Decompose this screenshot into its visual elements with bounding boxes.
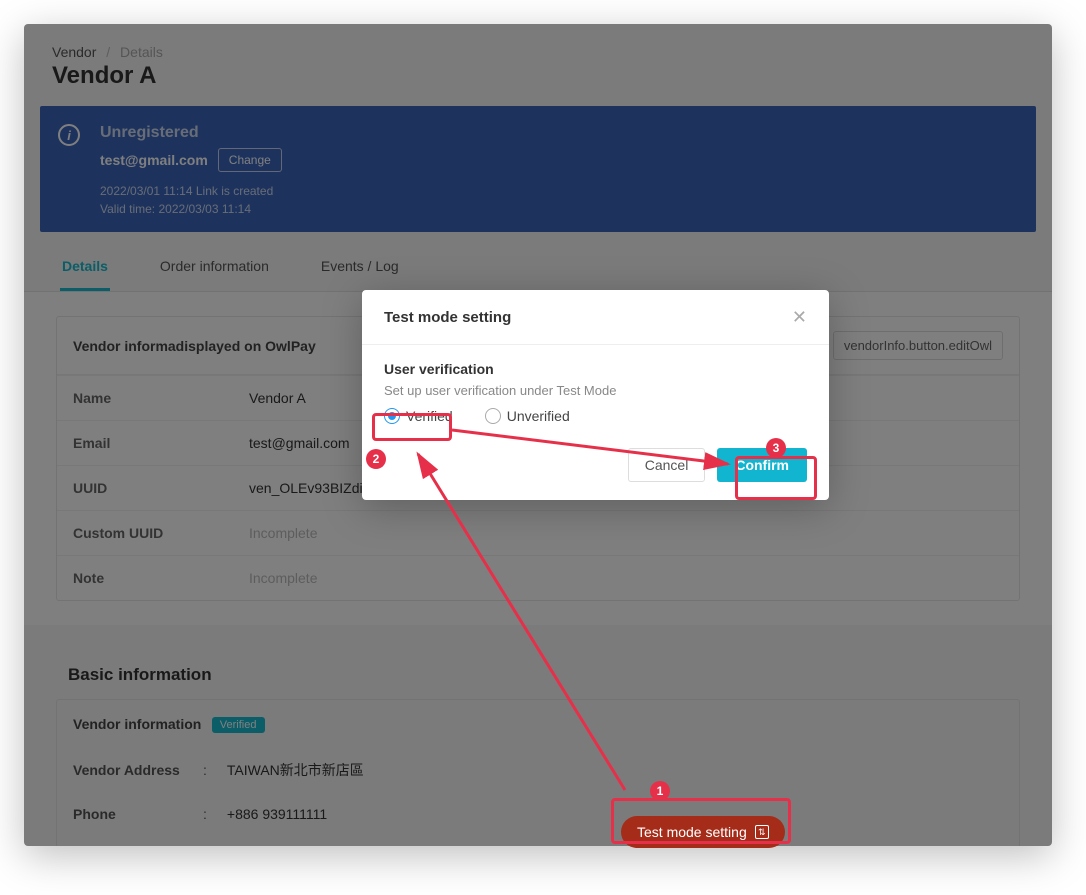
kv-val-address: TAIWAN新北市新店區: [227, 760, 364, 780]
tab-details[interactable]: Details: [60, 244, 110, 291]
radio-unverified-label: Unverified: [507, 408, 570, 424]
breadcrumb: Vendor / Details: [24, 24, 1052, 60]
kv-key-uuid: UUID: [73, 480, 249, 496]
radio-verified[interactable]: Verified: [384, 408, 453, 424]
radio-icon: [485, 408, 501, 424]
kv-key-note: Note: [73, 570, 249, 586]
close-icon[interactable]: ✕: [792, 308, 807, 326]
breadcrumb-root[interactable]: Vendor: [52, 44, 96, 60]
kv-val-note: Incomplete: [249, 570, 317, 586]
vendor-info-header: Vendor informadisplayed on OwlPay: [73, 338, 316, 354]
modal-title: Test mode setting: [384, 309, 511, 326]
modal-section-sub: Set up user verification under Test Mode: [384, 383, 807, 398]
annotation-badge-3: 3: [766, 438, 786, 458]
tab-events[interactable]: Events / Log: [319, 244, 401, 291]
kv-val-cuuid: Incomplete: [249, 525, 317, 541]
radio-unverified[interactable]: Unverified: [485, 408, 570, 424]
banner-email: test@gmail.com: [100, 152, 208, 168]
annotation-badge-2: 2: [366, 449, 386, 469]
kv-val-uuid: ven_OLEv93BIZdiT: [249, 480, 371, 496]
kv-key-address: Vendor Address: [73, 762, 203, 778]
radio-icon: [384, 408, 400, 424]
radio-verified-label: Verified: [406, 408, 453, 424]
sliders-icon: ⇅: [755, 825, 769, 839]
change-button[interactable]: Change: [218, 148, 282, 172]
kv-val-phone: +886 939111111: [227, 806, 327, 822]
basic-info-header: Vendor information: [73, 716, 201, 732]
kv-val-name: Vendor A: [249, 390, 306, 406]
kv-key-cuuid: Custom UUID: [73, 525, 249, 541]
tabs: Details Order information Events / Log: [24, 244, 1052, 292]
test-mode-setting-button[interactable]: Test mode setting ⇅: [621, 816, 785, 848]
basic-info-title: Basic information: [68, 665, 1052, 685]
edit-owlpay-button[interactable]: vendorInfo.button.editOwl: [833, 331, 1003, 360]
cancel-button[interactable]: Cancel: [628, 448, 706, 482]
basic-info-card: Vendor information Verified Vendor Addre…: [56, 699, 1020, 846]
modal-section-title: User verification: [384, 361, 807, 377]
test-mode-setting-label: Test mode setting: [637, 824, 747, 840]
banner-meta1: 2022/03/01 11:14 Link is created: [100, 182, 1016, 200]
info-icon: i: [58, 124, 80, 146]
confirm-button[interactable]: Confirm: [717, 448, 807, 482]
kv-key-name: Name: [73, 390, 249, 406]
kv-val-email: test@gmail.com: [249, 435, 350, 451]
annotation-badge-1: 1: [650, 781, 670, 801]
kv-key-email: Email: [73, 435, 249, 451]
status-badge: Unregistered: [100, 124, 1016, 142]
kv-key-phone: Phone: [73, 806, 203, 822]
breadcrumb-current: Details: [120, 44, 163, 60]
banner-meta2: Valid time: 2022/03/03 11:14: [100, 200, 1016, 218]
tab-order-info[interactable]: Order information: [158, 244, 271, 291]
breadcrumb-sep: /: [106, 44, 110, 60]
verified-badge: Verified: [212, 717, 265, 733]
status-banner: i Unregistered test@gmail.com Change 202…: [40, 106, 1036, 232]
test-mode-modal: Test mode setting ✕ User verification Se…: [362, 290, 829, 500]
page-title: Vendor A: [24, 60, 1052, 106]
